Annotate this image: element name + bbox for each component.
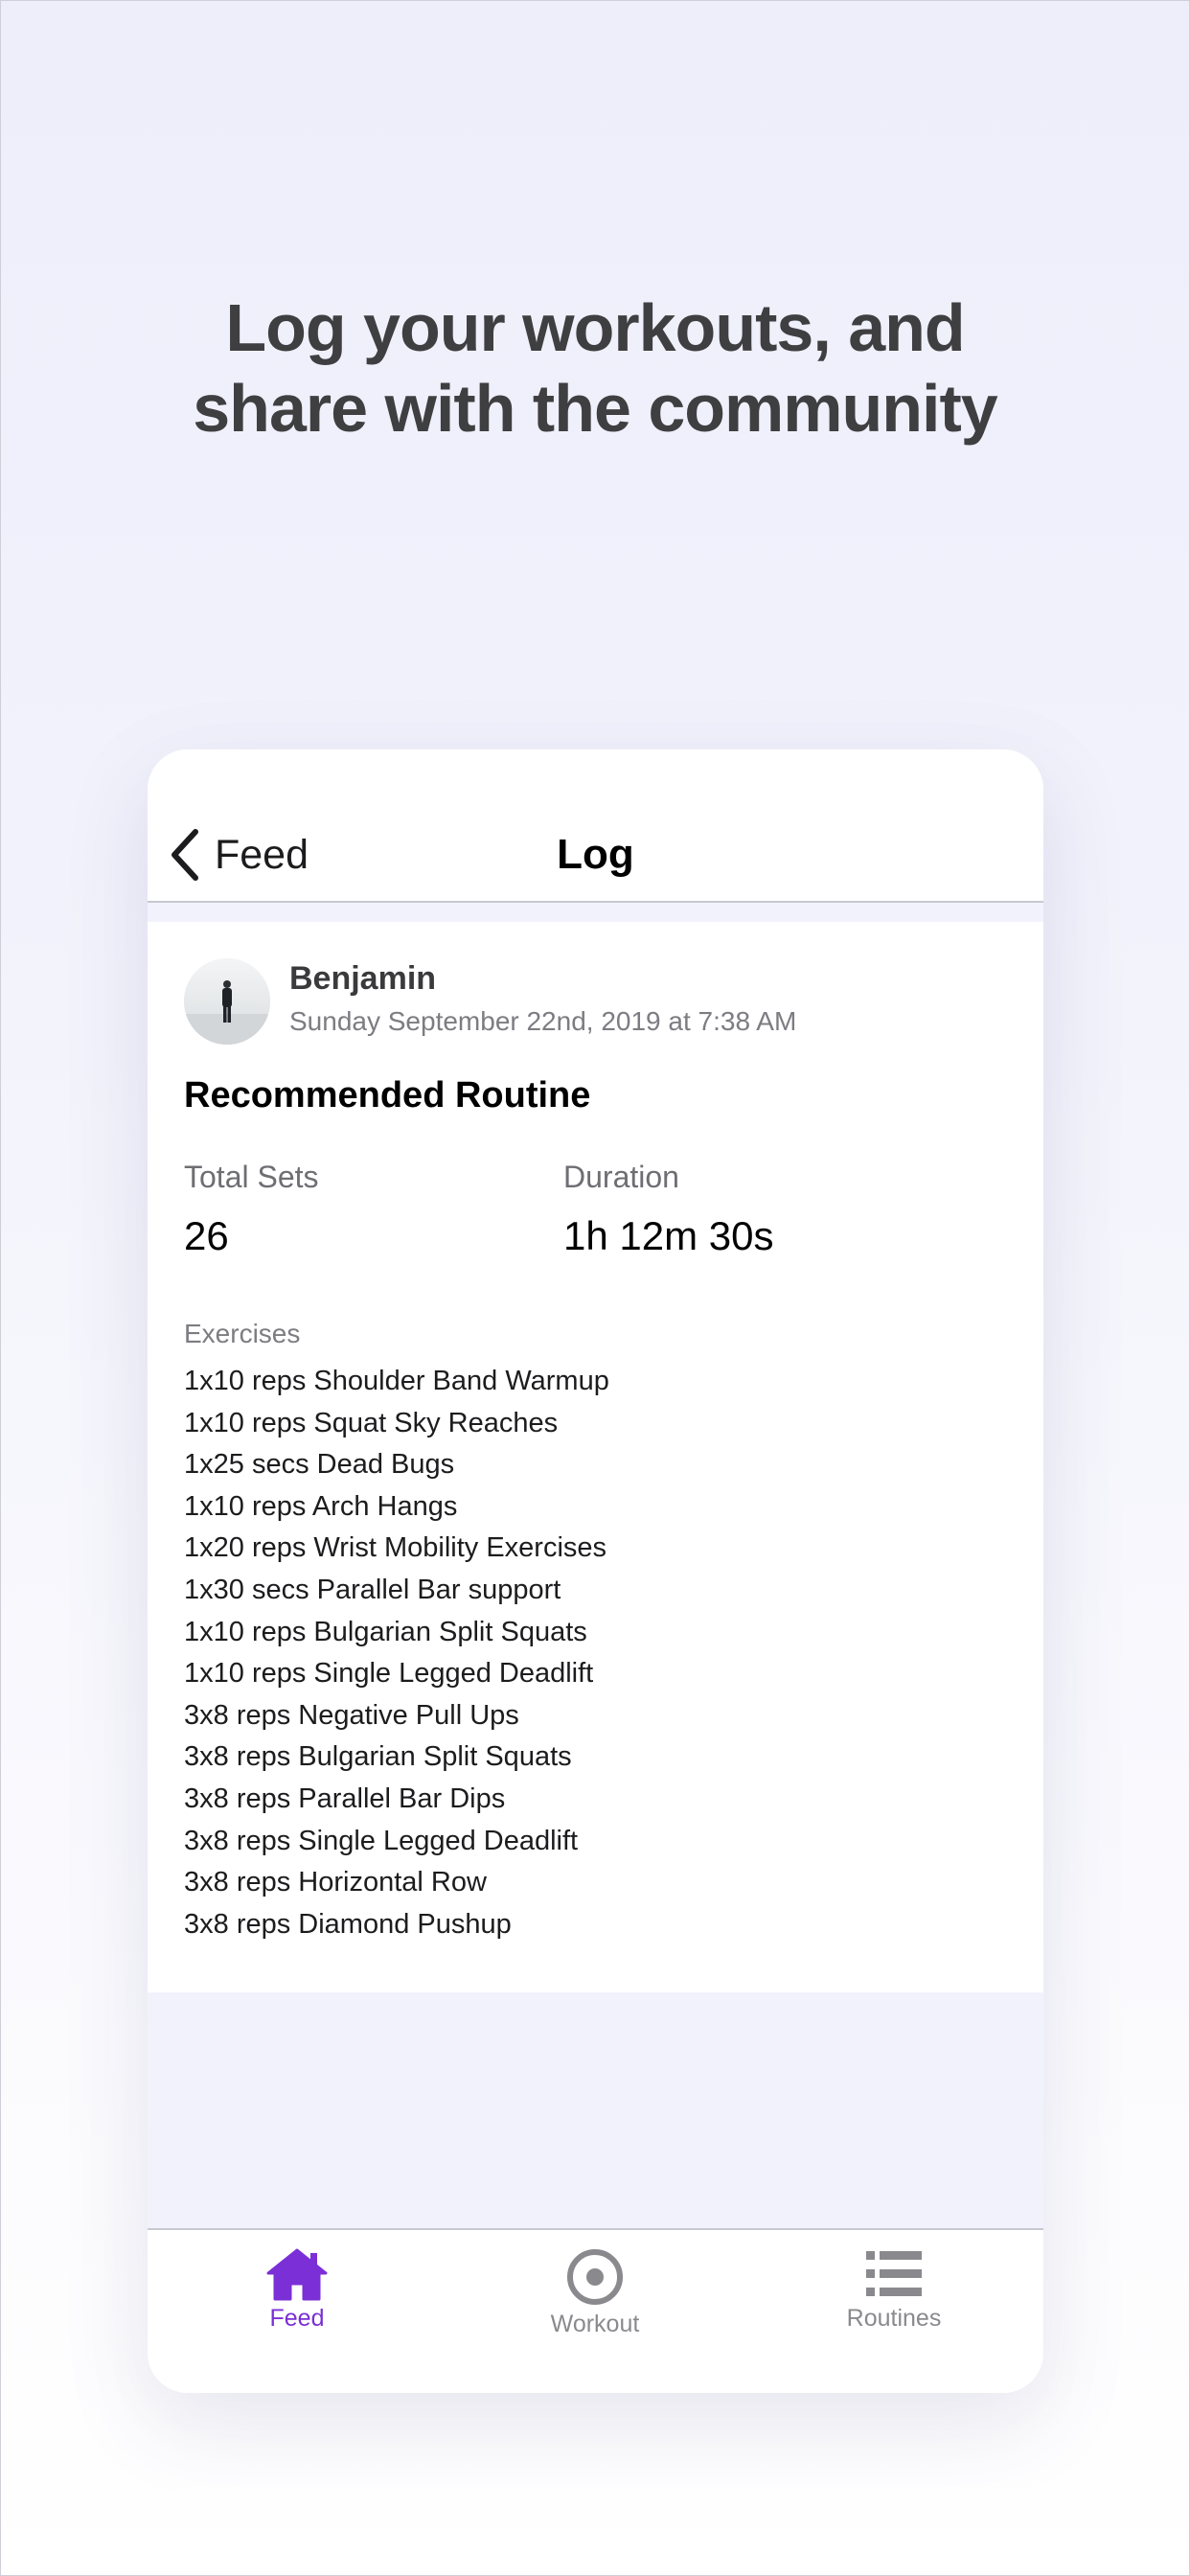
tab-bar: Feed Workout Routines (148, 2228, 1043, 2393)
exercise-item: 3x8 reps Parallel Bar Dips (184, 1782, 506, 1814)
navigation-bar: Feed Log (148, 749, 1043, 903)
exercise-item: 3x8 reps Single Legged Deadlift (184, 1825, 579, 1856)
exercise-item: 1x20 reps Wrist Mobility Exercises (184, 1532, 607, 1564)
headline-line-1: Log your workouts, and (225, 290, 965, 365)
exercise-item: 1x25 secs Dead Bugs (184, 1449, 455, 1481)
exercise-list: 1x10 reps Shoulder Band Warmup 1x10 reps… (184, 1361, 609, 1945)
exercise-item: 1x10 reps Arch Hangs (184, 1490, 458, 1522)
list-icon (866, 2251, 922, 2296)
routine-title: Recommended Routine (184, 1075, 591, 1116)
exercises-header: Exercises (184, 1319, 301, 1348)
section-divider (148, 903, 1043, 922)
phone-screen: Feed Log Benjamin Sunday September 22nd,… (148, 749, 1043, 2393)
exercise-item: 3x8 reps Horizontal Row (184, 1867, 487, 1898)
headline-line-2: share with the community (193, 371, 997, 446)
user-name[interactable]: Benjamin (289, 960, 436, 998)
tab-feed[interactable]: Feed (201, 2247, 393, 2333)
tab-routines[interactable]: Routines (798, 2247, 990, 2333)
home-icon (266, 2248, 328, 2301)
user-photo (184, 958, 270, 1045)
exercise-item: 1x10 reps Shoulder Band Warmup (184, 1366, 609, 1396)
tab-feed-label: Feed (269, 2305, 325, 2332)
tab-routines-label: Routines (846, 2305, 942, 2332)
exercise-item: 1x10 reps Squat Sky Reaches (184, 1407, 559, 1438)
total-sets-label: Total Sets (184, 1160, 319, 1194)
total-sets-value: 26 (184, 1213, 229, 1258)
post-timestamp: Sunday September 22nd, 2019 at 7:38 AM (289, 1006, 797, 1036)
exercise-item: 3x8 reps Bulgarian Split Squats (184, 1741, 572, 1773)
exercise-item: 3x8 reps Negative Pull Ups (184, 1699, 519, 1731)
duration-label: Duration (563, 1160, 679, 1194)
exercise-item: 1x30 secs Parallel Bar support (184, 1574, 561, 1605)
exercise-item: 1x10 reps Bulgarian Split Squats (184, 1616, 587, 1647)
avatar[interactable] (184, 958, 270, 1045)
empty-space (148, 1992, 1043, 2228)
exercise-item: 3x8 reps Diamond Pushup (184, 1908, 512, 1940)
tab-workout[interactable]: Workout (499, 2247, 691, 2338)
record-icon (567, 2249, 623, 2305)
page-title: Log (557, 831, 634, 878)
workout-log-card: Benjamin Sunday September 22nd, 2019 at … (148, 922, 1043, 1992)
duration-value: 1h 12m 30s (563, 1213, 774, 1258)
tab-workout-label: Workout (550, 2311, 640, 2337)
exercise-item: 1x10 reps Single Legged Deadlift (184, 1658, 594, 1690)
page-headline: Log your workouts, and share with the co… (0, 288, 1190, 448)
